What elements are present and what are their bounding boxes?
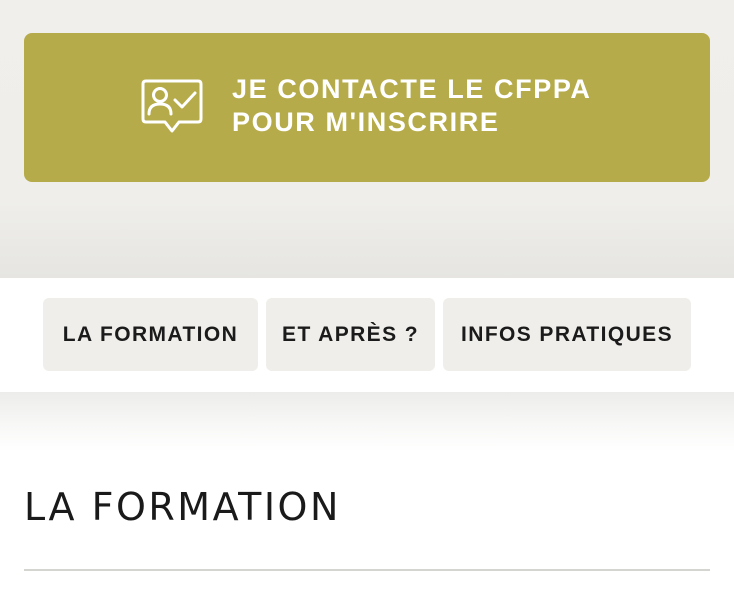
contact-cfppa-label-line1: JE CONTACTE LE CFPPA [232,74,592,104]
contact-chat-check-icon [141,79,203,133]
tab-la-formation[interactable]: LA FORMATION [43,298,258,371]
section-divider [24,569,710,571]
contact-cfppa-label[interactable]: JE CONTACTE LE CFPPA POUR M'INSCRIRE [232,73,592,139]
contact-cfppa-label-line2: POUR M'INSCRIRE [232,107,500,137]
section-tab-bar: LA FORMATION ET APRÈS ? INFOS PRATIQUES [0,278,734,392]
tab-infos-pratiques[interactable]: INFOS PRATIQUES [443,298,691,371]
tab-bar-shadow [0,392,734,452]
section-title: LA FORMATION [24,485,341,529]
tab-et-apres[interactable]: ET APRÈS ? [266,298,435,371]
